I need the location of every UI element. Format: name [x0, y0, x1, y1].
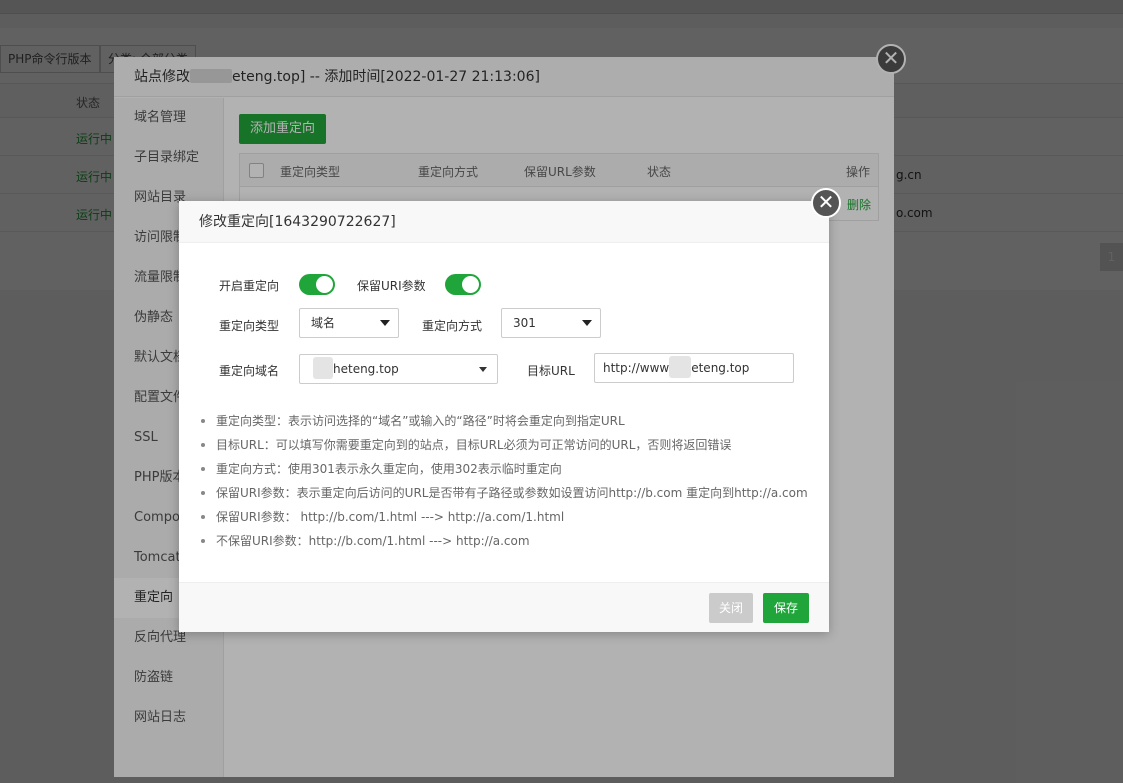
redirect-domain-label: 重定向域名 — [219, 364, 280, 378]
redirect-type-label: 重定向类型 — [219, 319, 280, 333]
blurred-domain-mask — [313, 357, 333, 379]
list-item: 重定向方式：使用301表示永久重定向，使用302表示临时重定向 — [201, 459, 821, 483]
enable-redirect-label: 开启重定向 — [219, 279, 280, 293]
redirect-domain-select[interactable]: heteng.top — [299, 354, 498, 384]
list-item: 目标URL：可以填写你需要重定向到的站点，目标URL必须为可正常访问的URL，否… — [201, 435, 821, 459]
list-item: 不保留URI参数：http://b.com/1.html ---> http:/… — [201, 531, 821, 555]
chevron-down-icon — [582, 320, 592, 326]
help-tips-list: 重定向类型：表示访问选择的“域名”或输入的“路径”时将会重定向到指定URL 目标… — [201, 411, 821, 555]
redirect-method-value: 301 — [513, 316, 536, 330]
dialog-footer: 关闭 保存 — [179, 582, 829, 632]
target-url-prefix: http://www — [603, 361, 670, 375]
target-url-suffix: eteng.top — [691, 361, 750, 375]
list-item: 重定向类型：表示访问选择的“域名”或输入的“路径”时将会重定向到指定URL — [201, 411, 821, 435]
dialog-close-icon[interactable]: ✕ — [811, 188, 841, 218]
list-item: 保留URI参数：表示重定向后访问的URL是否带有子路径或参数如设置访问http:… — [201, 483, 821, 507]
redirect-type-value: 域名 — [311, 316, 336, 330]
target-url-input[interactable]: http://www eteng.top — [594, 353, 794, 383]
modify-redirect-dialog: 修改重定向[1643290722627] ✕ 开启重定向 保留URI参数 重定向… — [179, 188, 841, 632]
redirect-method-select[interactable]: 301 — [501, 308, 601, 338]
close-button[interactable]: 关闭 — [709, 593, 754, 623]
dialog-title: 修改重定向[1643290722627] — [179, 201, 829, 243]
target-url-label: 目标URL — [527, 364, 575, 378]
chevron-down-icon — [380, 320, 390, 326]
redirect-domain-value: heteng.top — [333, 362, 399, 376]
keep-uri-toggle[interactable] — [445, 274, 481, 295]
chevron-down-icon — [479, 367, 487, 372]
save-button[interactable]: 保存 — [763, 593, 810, 623]
keep-uri-label: 保留URI参数 — [357, 279, 426, 293]
list-item: 保留URI参数： http://b.com/1.html ---> http:/… — [201, 507, 821, 531]
redirect-method-label: 重定向方式 — [422, 319, 483, 333]
enable-redirect-toggle[interactable] — [299, 274, 335, 295]
blurred-domain-mask — [669, 356, 692, 378]
redirect-type-select[interactable]: 域名 — [299, 308, 399, 338]
